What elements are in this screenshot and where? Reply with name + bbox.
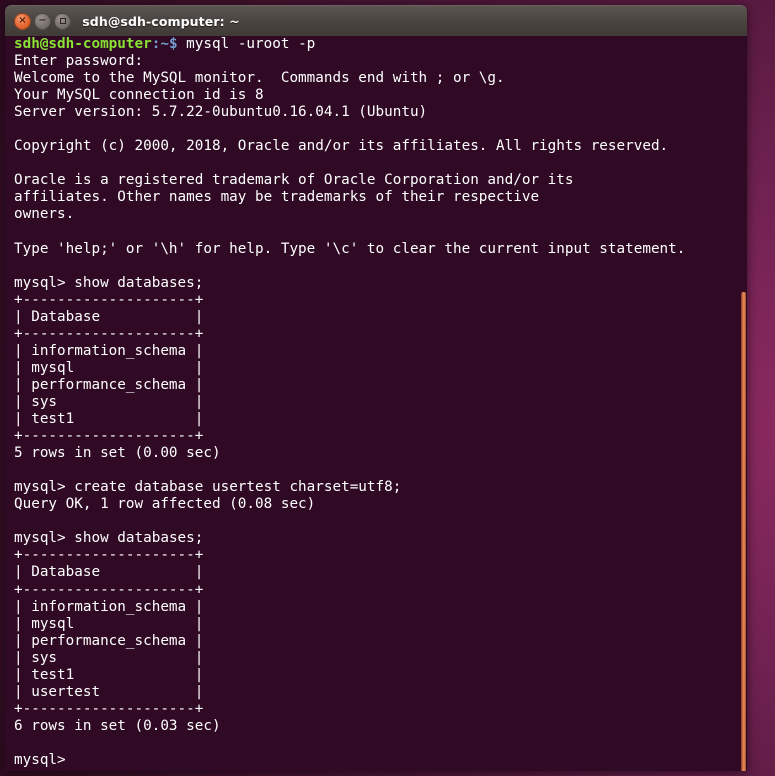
window-title: sdh@sdh-computer: ~ <box>82 13 240 29</box>
terminal-output-line: +--------------------+ <box>14 428 204 445</box>
terminal-output-line: Welcome to the MySQL monitor. Commands e… <box>14 70 505 87</box>
prompt-user-host: sdh@sdh-computer <box>14 36 152 52</box>
terminal-output-line: | test1 | <box>14 411 204 428</box>
terminal-output-line: 6 rows in set (0.03 sec) <box>14 717 221 734</box>
terminal-output-line: | usertest | <box>14 683 204 700</box>
terminal-output-line: Type 'help;' or '\h' for help. Type '\c'… <box>14 240 686 257</box>
window-controls: × − <box>14 12 71 30</box>
command-text: show databases; <box>65 530 204 547</box>
terminal-output-line: Oracle is a registered trademark of Orac… <box>14 172 574 189</box>
window-titlebar[interactable]: × − sdh@sdh-computer: ~ <box>5 5 747 36</box>
terminal-window: × − sdh@sdh-computer: ~ sdh@sdh-computer… <box>5 5 747 771</box>
terminal-output-line: Query OK, 1 row affected (0.08 sec) <box>14 496 316 513</box>
shell-command-line: sdh@sdh-computer:~$ mysql -uroot -p <box>14 36 747 53</box>
terminal-output-line: owners. <box>14 206 75 223</box>
maximize-icon[interactable] <box>54 12 71 30</box>
terminal-output-line: | performance_schema | <box>14 376 204 393</box>
terminal-output-line: Server version: 5.7.22-0ubuntu0.16.04.1 … <box>14 104 428 121</box>
terminal-output-line: 5 rows in set (0.00 sec) <box>14 445 221 462</box>
terminal-output-line: Enter password: <box>14 53 144 70</box>
terminal-output-line: | Database | <box>14 564 204 581</box>
mysql-prompt: mysql> <box>14 274 66 291</box>
terminal-scrollbar[interactable] <box>734 36 747 771</box>
command-text: create database usertest charset=utf8; <box>65 479 402 496</box>
terminal-output-line: +--------------------+ <box>14 700 204 717</box>
maximize-square-glyph <box>59 18 66 24</box>
terminal-output-line: +--------------------+ <box>14 291 204 308</box>
terminal-output-line: Your MySQL connection id is 8 <box>14 87 264 104</box>
command-text: mysql -uroot -p <box>177 36 316 52</box>
terminal-output-line: | information_schema | <box>14 342 204 359</box>
terminal-output-line: | test1 | <box>14 666 204 683</box>
terminal-output-line: | Database | <box>14 308 204 325</box>
mysql-prompt: mysql> <box>14 530 66 547</box>
terminal-output-line: Copyright (c) 2000, 2018, Oracle and/or … <box>14 138 669 155</box>
prompt-path: :~$ <box>151 36 178 52</box>
minimize-icon[interactable]: − <box>34 12 51 30</box>
terminal-output-line: affiliates. Other names may be trademark… <box>14 189 540 206</box>
terminal-output-line: | information_schema | <box>14 598 204 615</box>
terminal-output-line: +--------------------+ <box>14 547 204 564</box>
terminal-output-line: | sys | <box>14 393 204 410</box>
scrollbar-thumb[interactable] <box>741 292 746 771</box>
terminal-body[interactable]: sdh@sdh-computer:~$ mysql -uroot -p Enter… <box>5 36 747 771</box>
terminal-output-line: | performance_schema | <box>14 632 204 649</box>
mysql-command-line: mysql> create database usertest charset=… <box>14 479 747 496</box>
terminal-output-line: +--------------------+ <box>14 581 204 598</box>
command-text: show databases; <box>65 274 204 291</box>
close-icon[interactable]: × <box>14 12 31 30</box>
mysql-prompt: mysql> <box>14 751 66 768</box>
terminal-output-line: +--------------------+ <box>14 325 204 342</box>
terminal-screen: sdh@sdh-computer:~$ mysql -uroot -p Enter… <box>14 36 747 769</box>
mysql-prompt: mysql> <box>14 479 66 496</box>
terminal-output-line: | mysql | <box>14 359 204 376</box>
terminal-output-line: | sys | <box>14 649 204 666</box>
terminal-output-line: | mysql | <box>14 615 204 632</box>
mysql-command-line: mysql> <box>14 752 747 769</box>
mysql-command-line: mysql> show databases; <box>14 530 747 547</box>
mysql-command-line: mysql> show databases; <box>14 275 747 292</box>
